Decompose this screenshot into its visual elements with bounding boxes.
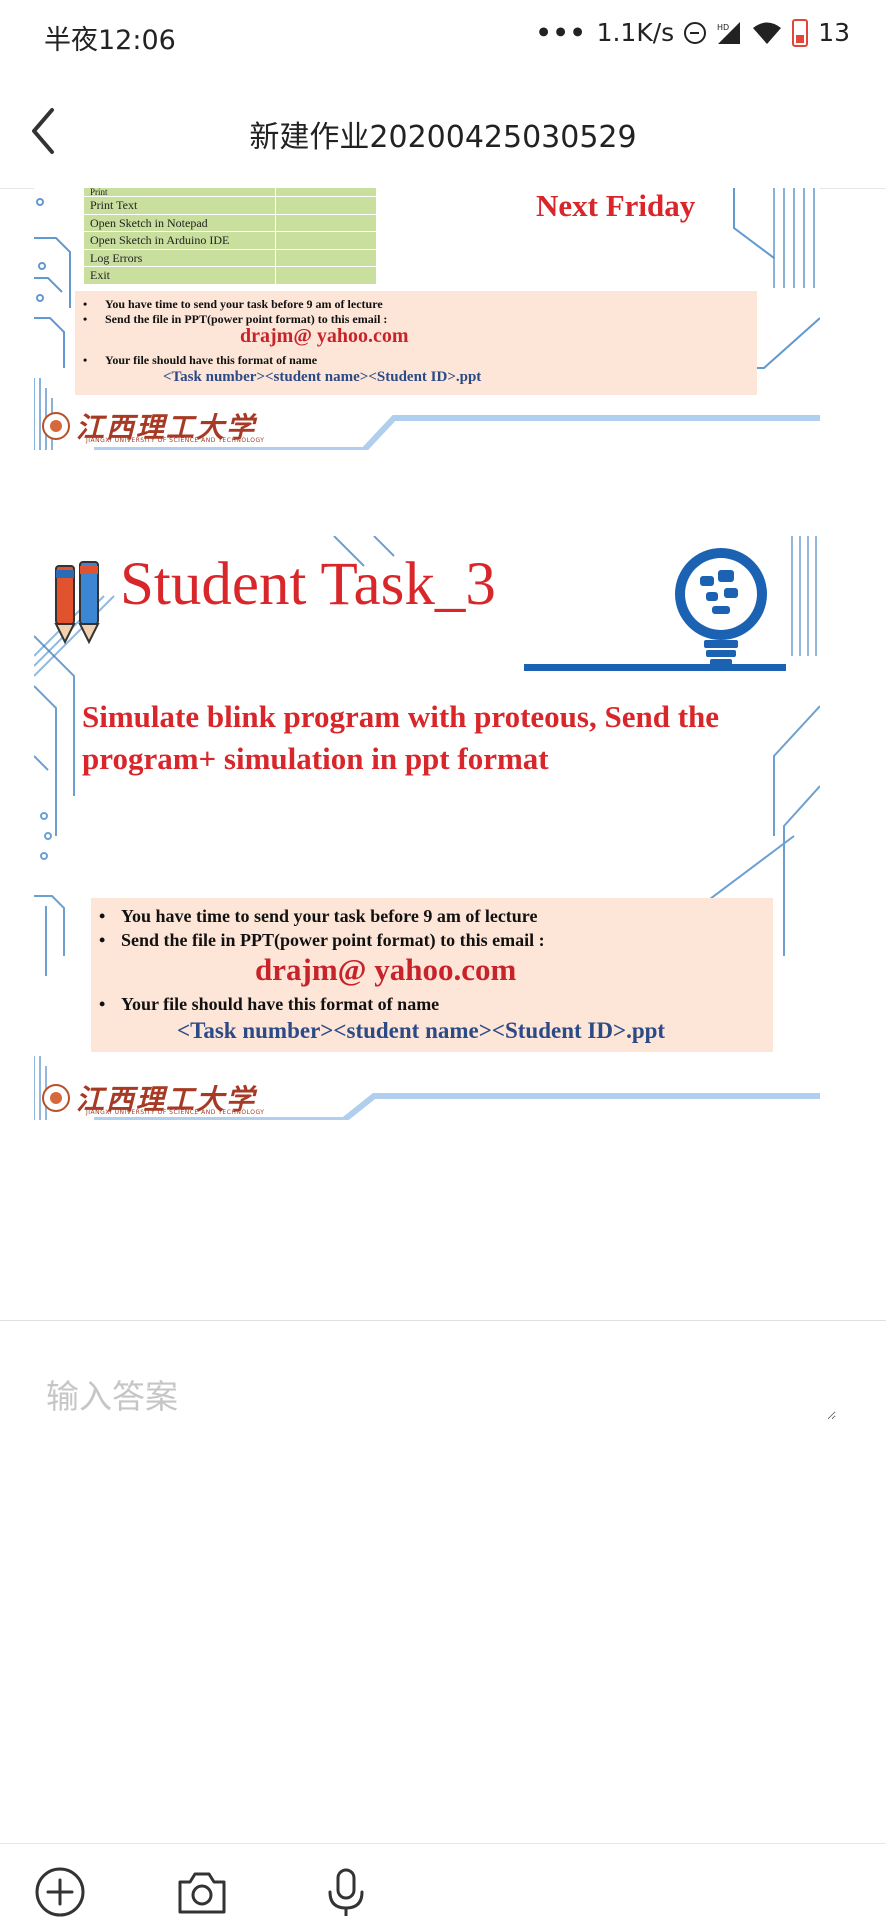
- status-bar: 半夜12:06 ••• 1.1K/s HD 13: [0, 0, 886, 74]
- table-row: Print: [84, 188, 376, 197]
- table-row: Print Text: [84, 197, 376, 215]
- table-row: Open Sketch in Notepad: [84, 214, 376, 232]
- instruction-line: • You have time to send your task before …: [83, 297, 383, 311]
- task-title: Student Task_3: [120, 551, 496, 618]
- microphone-icon[interactable]: [318, 1864, 374, 1920]
- menu-table: Print Print Text Open Sketch in Notepad …: [84, 188, 376, 285]
- lightbulb-icon: [675, 548, 767, 666]
- instruction-line: • Send the file in PPT(power point format…: [99, 930, 545, 950]
- table-row: Log Errors: [84, 249, 376, 267]
- email-address: drajm@ yahoo.com: [255, 952, 517, 987]
- header-bar: 新建作业20200425030529: [0, 74, 886, 189]
- page-title: 新建作业20200425030529: [249, 120, 637, 155]
- table-row: Exit: [84, 267, 376, 285]
- answer-input[interactable]: [46, 1370, 836, 1420]
- instruction-line: • Your file should have this format of na…: [99, 994, 440, 1014]
- task-description: Simulate blink program with proteous, Se…: [82, 699, 720, 776]
- instruction-line: • Your file should have this format of na…: [83, 353, 318, 367]
- bottom-toolbar: [0, 1843, 886, 1921]
- filename-format: <Task number><student name><Student ID>.…: [177, 1018, 666, 1043]
- network-speed: 1.1K/s: [596, 18, 675, 47]
- deadline-text: Next Friday: [536, 188, 696, 223]
- university-logo: 江西理工大学 JIANGXI UNIVERSITY OF SCIENCE AND…: [42, 1078, 264, 1118]
- email-address: drajm@ yahoo.com: [240, 325, 409, 347]
- wifi-icon: [753, 22, 782, 44]
- battery-level: 13: [818, 18, 850, 47]
- seal-icon: [42, 1084, 70, 1112]
- seal-icon: [42, 412, 70, 440]
- signal-icon: HD: [717, 21, 741, 44]
- university-logo: 江西理工大学 JIANGXI UNIVERSITY OF SCIENCE AND…: [42, 406, 264, 446]
- status-indicators: ••• 1.1K/s HD 13: [536, 18, 850, 47]
- slide-image-1[interactable]: Print Print Text Open Sketch in Notepad …: [34, 188, 820, 450]
- pens-icon: [54, 561, 100, 645]
- camera-icon[interactable]: [174, 1864, 230, 1920]
- dots-icon: •••: [535, 18, 587, 47]
- instruction-box: • You have time to send your task before …: [75, 291, 757, 395]
- table-row: Open Sketch in Arduino IDE: [84, 232, 376, 250]
- instruction-line: • You have time to send your task before …: [99, 906, 538, 926]
- dnd-icon: [684, 21, 707, 44]
- battery-icon: [792, 18, 809, 47]
- status-time: 半夜12:06: [44, 25, 176, 56]
- divider: [0, 1320, 886, 1321]
- instruction-box: • You have time to send your task before …: [91, 898, 773, 1052]
- add-circle-icon[interactable]: [32, 1864, 88, 1920]
- filename-format: <Task number><student name><Student ID>.…: [163, 369, 482, 385]
- svg-text:HD: HD: [717, 23, 729, 32]
- slide-image-2[interactable]: Student Task_3 Simulate blink program wi…: [34, 536, 820, 1120]
